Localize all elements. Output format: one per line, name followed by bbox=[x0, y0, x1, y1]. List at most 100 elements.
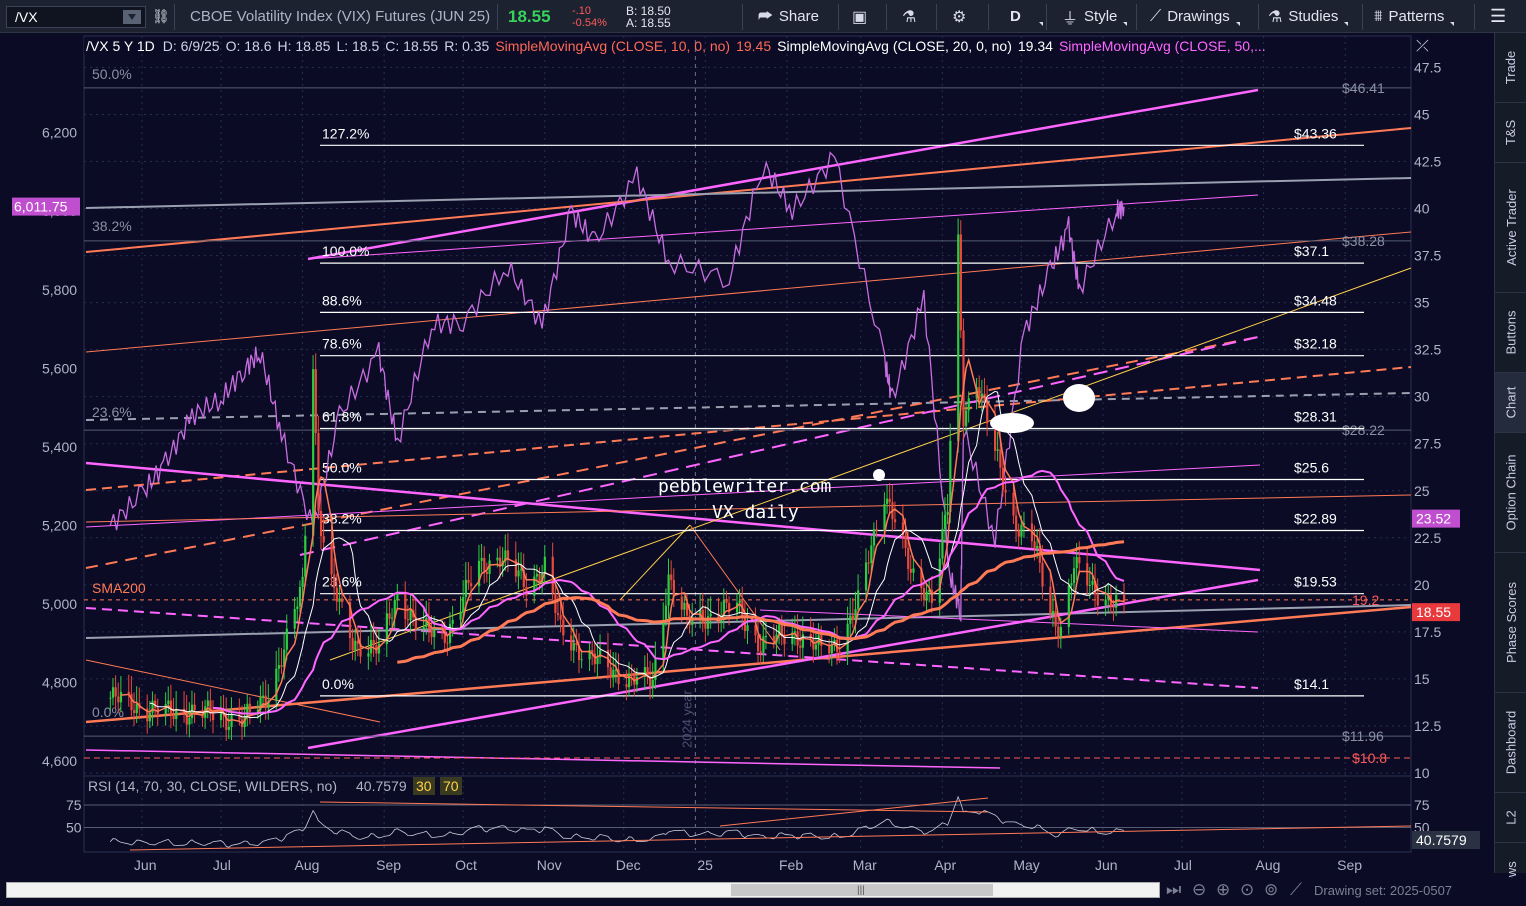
side-tab-phase-scores[interactable]: Phase Scores bbox=[1495, 553, 1526, 693]
drawings-button[interactable]: ⟋ Drawings bbox=[1150, 0, 1240, 33]
candle-body bbox=[354, 640, 357, 651]
style-button[interactable]: ⏚ Style bbox=[1062, 0, 1128, 33]
side-tab-t-s[interactable]: T&S bbox=[1495, 103, 1526, 163]
toolbar-divider bbox=[742, 4, 743, 30]
toolbar-divider bbox=[936, 4, 937, 30]
time-scrollbar[interactable]: ||| bbox=[6, 882, 1160, 898]
candle-body bbox=[904, 535, 907, 549]
toolbar-divider bbox=[838, 4, 839, 30]
fib-gray-price: $28.22 bbox=[1342, 422, 1385, 438]
settings-button[interactable]: ⚙ bbox=[952, 0, 972, 33]
fib-gray-price: $38.28 bbox=[1342, 233, 1385, 249]
year-divider-label: 2024 year bbox=[679, 690, 694, 748]
annotation-text: VX daily bbox=[712, 502, 799, 523]
candle-body bbox=[219, 711, 223, 721]
x-axis-tick: Oct bbox=[455, 857, 477, 873]
menu-button[interactable]: ☰ bbox=[1490, 0, 1506, 33]
symbol-text: /VX bbox=[15, 9, 38, 25]
candle-body bbox=[872, 529, 876, 546]
aggregation-caret-icon bbox=[1038, 22, 1043, 26]
candle-body bbox=[799, 645, 802, 648]
candle-body bbox=[1017, 530, 1020, 537]
symbol-description: CBOE Volatility Index (VIX) Futures (JUN… bbox=[190, 8, 491, 25]
fib-percent: 38.2% bbox=[322, 510, 362, 526]
candle-body bbox=[248, 703, 252, 712]
candle-body bbox=[943, 514, 947, 529]
candle-body bbox=[670, 574, 673, 581]
studies-button[interactable]: ⚗ Studies bbox=[1268, 0, 1349, 33]
candle-body bbox=[117, 696, 120, 703]
zoom-in-icon[interactable]: ⊕ bbox=[1216, 880, 1230, 900]
candle-body bbox=[483, 558, 486, 572]
zoom-out-icon[interactable]: ⊖ bbox=[1192, 880, 1206, 900]
fib-price: $28.31 bbox=[1294, 408, 1337, 424]
left-axis-tick: 5,200 bbox=[42, 518, 77, 534]
candle-body bbox=[996, 449, 999, 451]
candle-body bbox=[135, 703, 138, 714]
patterns-button[interactable]: ⩩ Patterns bbox=[1374, 0, 1455, 33]
candle-body bbox=[172, 715, 175, 720]
right-axis-tick: 12.5 bbox=[1414, 718, 1441, 734]
right-axis-tick: 37.5 bbox=[1414, 248, 1441, 264]
toolbar-divider bbox=[1474, 4, 1475, 30]
zoom-reset-icon[interactable]: ⊚ bbox=[1264, 880, 1278, 900]
candle-body bbox=[912, 568, 915, 573]
x-axis-tick: Jun bbox=[1095, 857, 1118, 873]
candle-body bbox=[275, 668, 278, 702]
draw-tool-icon[interactable]: ⟋ bbox=[1290, 880, 1302, 900]
sma50-label: SimpleMovingAvg (CLOSE, 50,... bbox=[1058, 38, 1266, 54]
gear-icon: ⚙ bbox=[952, 8, 967, 26]
side-tab-option-chain[interactable]: Option Chain bbox=[1495, 433, 1526, 553]
share-button[interactable]: ⮫ Share bbox=[758, 0, 819, 33]
side-tab-active-trader[interactable]: Active Trader bbox=[1495, 163, 1526, 293]
side-tab-dashboard[interactable]: Dashboard bbox=[1495, 693, 1526, 793]
candle-body bbox=[580, 659, 583, 661]
lab-button[interactable]: ⚗ bbox=[902, 0, 922, 33]
candle-body bbox=[298, 586, 302, 607]
symbol-dropdown-icon[interactable] bbox=[123, 10, 141, 24]
candle-body bbox=[886, 498, 889, 504]
candle-body bbox=[683, 602, 686, 610]
crosshair-toggle-icon[interactable]: ⤫ bbox=[1416, 38, 1429, 56]
rsi-left-tick: 50 bbox=[66, 820, 82, 836]
side-tab-chart[interactable]: Chart bbox=[1495, 373, 1526, 433]
sma200-label: SMA200 bbox=[92, 580, 146, 596]
candle-body bbox=[1088, 584, 1091, 586]
spx-overlay-price-label: 23.52 bbox=[1416, 511, 1451, 527]
fib-percent: 78.6% bbox=[322, 336, 362, 352]
candle-body bbox=[262, 695, 265, 698]
snapshot-button[interactable]: ▣ bbox=[852, 0, 873, 33]
candle-body bbox=[304, 535, 307, 577]
candle-body bbox=[875, 529, 878, 532]
right-axis-tick: 27.5 bbox=[1414, 436, 1441, 452]
candle-body bbox=[148, 712, 152, 722]
symbol-input[interactable]: /VX bbox=[6, 6, 146, 28]
share-icon: ⮫ bbox=[758, 7, 773, 25]
highlight-dot bbox=[873, 469, 885, 481]
candle-body bbox=[1072, 568, 1076, 584]
candle-body bbox=[517, 570, 520, 577]
link-icon[interactable]: ⛓ bbox=[152, 0, 170, 33]
price-chart[interactable]: 2024 year 50.0% $46.41 38.2% $38.28 23.6% $28.… bbox=[0, 33, 1494, 878]
zoom-fit-icon[interactable]: ⊙ bbox=[1240, 880, 1254, 900]
candle-body bbox=[430, 629, 433, 638]
scroll-end-icon[interactable]: ⏭ bbox=[1166, 880, 1181, 900]
side-tab-buttons[interactable]: Buttons bbox=[1495, 293, 1526, 373]
candle-body bbox=[999, 449, 1002, 468]
candle-body bbox=[959, 234, 962, 331]
candle-body bbox=[433, 628, 436, 638]
candle-body bbox=[206, 700, 209, 707]
candle-body bbox=[764, 636, 768, 638]
highlight-ellipse bbox=[990, 413, 1034, 433]
candle-body bbox=[1012, 492, 1015, 516]
candle-body bbox=[1015, 515, 1018, 531]
side-tab-label: Buttons bbox=[1503, 310, 1519, 355]
candle-body bbox=[925, 591, 928, 600]
candle-body bbox=[738, 600, 741, 603]
sma20-value: 19.34 bbox=[1017, 38, 1053, 54]
drawings-label: Drawings bbox=[1167, 8, 1230, 25]
side-tab-l2[interactable]: L2 bbox=[1495, 793, 1526, 843]
side-tab-trade[interactable]: Trade bbox=[1495, 33, 1526, 103]
aggregation-button[interactable]: D bbox=[1010, 0, 1043, 33]
candle-body bbox=[957, 234, 960, 441]
